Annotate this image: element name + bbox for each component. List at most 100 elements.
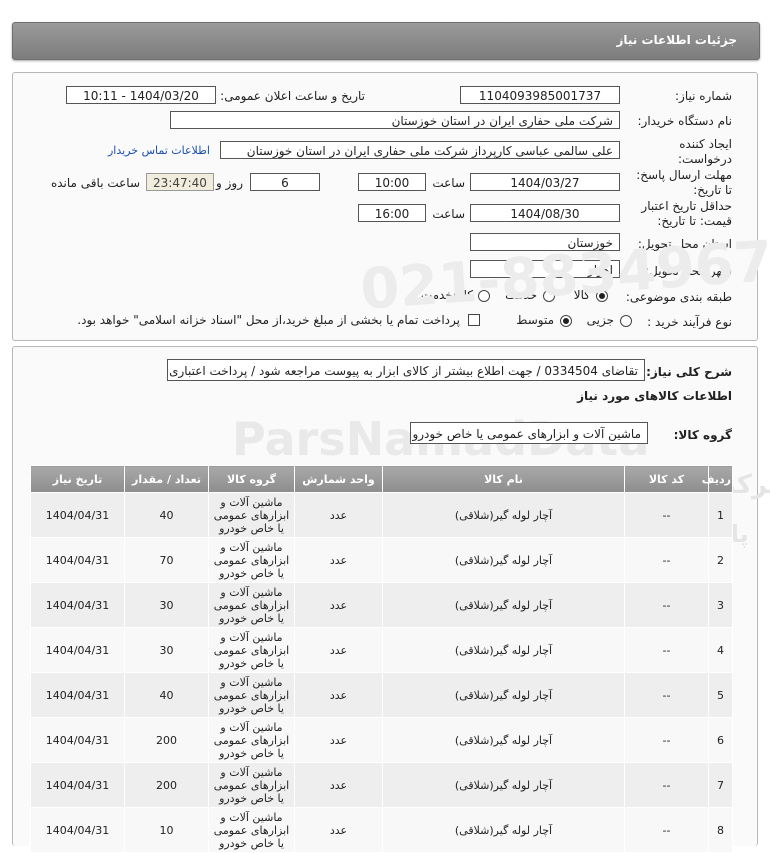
cell-qty: 200 (124, 762, 209, 808)
cell-unit: عدد (294, 672, 383, 718)
table-row: 1 -- آچار لوله گیر(شلاقی) عدد ماشین آلات… (30, 492, 733, 538)
cell-date: 1404/04/31 (30, 627, 125, 673)
cell-unit: عدد (294, 492, 383, 538)
goods-group-field: ماشین آلات و ابزارهای عمومی یا خاص خودرو (410, 422, 648, 444)
remaining-days-field: 6 (250, 173, 320, 191)
province-field: خوزستان (470, 233, 620, 251)
table-header-row: ردیف کد کالا نام کالا واحد شمارش گروه کا… (30, 465, 733, 493)
table-row: 5 -- آچار لوله گیر(شلاقی) عدد ماشین آلات… (30, 672, 733, 718)
cell-date: 1404/04/31 (30, 807, 125, 853)
process-radio-minor[interactable] (620, 315, 632, 327)
cell-code: -- (624, 537, 709, 583)
cell-code: -- (624, 717, 709, 763)
cell-name: آچار لوله گیر(شلاقی) (382, 762, 625, 808)
cell-date: 1404/04/31 (30, 492, 125, 538)
validity-date-field: 1404/08/30 (470, 204, 620, 222)
cell-group: ماشین آلات و ابزارهای عمومی یا خاص خودرو (208, 807, 295, 853)
reply-date-field: 1404/03/27 (470, 173, 620, 191)
cell-unit: عدد (294, 807, 383, 853)
cell-group: ماشین آلات و ابزارهای عمومی یا خاص خودرو (208, 717, 295, 763)
validity-label-2: قیمت: تا تاریخ: (657, 214, 732, 228)
cell-name: آچار لوله گیر(شلاقی) (382, 537, 625, 583)
reply-deadline-label-1: مهلت ارسال پاسخ: (636, 168, 732, 182)
need-number-field: 1104093985001737 (460, 86, 620, 104)
goods-group-label: گروه کالا: (673, 428, 732, 442)
cell-qty: 70 (124, 537, 209, 583)
cell-name: آچار لوله گیر(شلاقی) (382, 672, 625, 718)
table-row: 8 -- آچار لوله گیر(شلاقی) عدد ماشین آلات… (30, 807, 733, 853)
cell-name: آچار لوله گیر(شلاقی) (382, 807, 625, 853)
cell-group: ماشین آلات و ابزارهای عمومی یا خاص خودرو (208, 492, 295, 538)
process-label: نوع فرآیند خرید : (647, 315, 732, 329)
process-option-minor: جزیی (586, 313, 614, 327)
validity-time-field: 16:00 (358, 204, 426, 222)
cell-unit: عدد (294, 717, 383, 763)
goods-table: ردیف کد کالا نام کالا واحد شمارش گروه کا… (30, 465, 733, 853)
cell-code: -- (624, 492, 709, 538)
description-field: تقاضای 0334504 / جهت اطلاع بیشتر از کالا… (167, 359, 645, 381)
payment-note: پرداخت تمام یا بخشی از مبلغ خرید،از محل … (77, 313, 460, 327)
cell-qty: 30 (124, 627, 209, 673)
remaining-label: ساعت باقی مانده (50, 176, 140, 190)
cell-row-num: 6 (708, 717, 733, 763)
cell-name: آچار لوله گیر(شلاقی) (382, 627, 625, 673)
cell-qty: 40 (124, 672, 209, 718)
province-label: استان محل تحویل: (637, 237, 732, 251)
need-number-label: شماره نیاز: (675, 89, 732, 103)
col-header-group: گروه کالا (208, 465, 295, 493)
category-radio-service[interactable] (543, 290, 555, 302)
col-header-qty: تعداد / مقدار (124, 465, 209, 493)
cell-code: -- (624, 807, 709, 853)
remaining-time-field: 23:47:40 (146, 173, 214, 191)
cell-row-num: 1 (708, 492, 733, 538)
cell-qty: 30 (124, 582, 209, 628)
cell-group: ماشین آلات و ابزارهای عمومی یا خاص خودرو (208, 582, 295, 628)
cell-qty: 200 (124, 717, 209, 763)
table-row: 3 -- آچار لوله گیر(شلاقی) عدد ماشین آلات… (30, 582, 733, 628)
cell-row-num: 2 (708, 537, 733, 583)
cell-group: ماشین آلات و ابزارهای عمومی یا خاص خودرو (208, 672, 295, 718)
table-row: 7 -- آچار لوله گیر(شلاقی) عدد ماشین آلات… (30, 762, 733, 808)
cell-code: -- (624, 582, 709, 628)
buyer-contact-link[interactable]: اطلاعات تماس خریدار (108, 144, 210, 157)
col-header-date: تاریخ نیاز (30, 465, 125, 493)
cell-name: آچار لوله گیر(شلاقی) (382, 492, 625, 538)
reply-deadline-label-2: تا تاریخ: (693, 183, 732, 197)
cell-row-num: 3 (708, 582, 733, 628)
cell-date: 1404/04/31 (30, 537, 125, 583)
table-row: 4 -- آچار لوله گیر(شلاقی) عدد ماشین آلات… (30, 627, 733, 673)
cell-date: 1404/04/31 (30, 672, 125, 718)
col-header-name: نام کالا (382, 465, 625, 493)
creator-field: علی سالمی عباسی کارپرداز شرکت ملی حفاری … (220, 141, 620, 159)
treasury-payment-checkbox[interactable] (468, 314, 480, 326)
cell-row-num: 5 (708, 672, 733, 718)
page-title: جزئیات اطلاعات نیاز (616, 33, 737, 47)
city-field: اهواز (470, 260, 620, 278)
cell-row-num: 4 (708, 627, 733, 673)
days-label: روز و (216, 176, 243, 190)
cell-name: آچار لوله گیر(شلاقی) (382, 717, 625, 763)
process-radio-medium[interactable] (560, 315, 572, 327)
city-label: شهر محل تحویل: (645, 264, 732, 278)
goods-info-title: اطلاعات کالاهای مورد نیاز (577, 389, 732, 403)
category-option-service: خدمت (505, 288, 537, 302)
category-radio-goods-service[interactable] (478, 290, 490, 302)
col-header-row-num: ردیف (702, 465, 733, 493)
description-label: شرح کلی نیاز: (646, 365, 732, 379)
cell-code: -- (624, 672, 709, 718)
reply-time-label: ساعت (432, 176, 465, 190)
cell-date: 1404/04/31 (30, 582, 125, 628)
cell-unit: عدد (294, 627, 383, 673)
cell-group: ماشین آلات و ابزارهای عمومی یا خاص خودرو (208, 537, 295, 583)
category-option-goods: کالا (573, 288, 590, 302)
category-radio-goods[interactable] (596, 290, 608, 302)
table-row: 2 -- آچار لوله گیر(شلاقی) عدد ماشین آلات… (30, 537, 733, 583)
cell-row-num: 8 (708, 807, 733, 853)
cell-qty: 40 (124, 492, 209, 538)
table-row: 6 -- آچار لوله گیر(شلاقی) عدد ماشین آلات… (30, 717, 733, 763)
col-header-unit: واحد شمارش (294, 465, 383, 493)
creator-label-2: درخواست: (678, 152, 732, 166)
cell-row-num: 7 (708, 762, 733, 808)
cell-date: 1404/04/31 (30, 762, 125, 808)
category-option-goods-service: کالا/خدمت (420, 288, 473, 302)
